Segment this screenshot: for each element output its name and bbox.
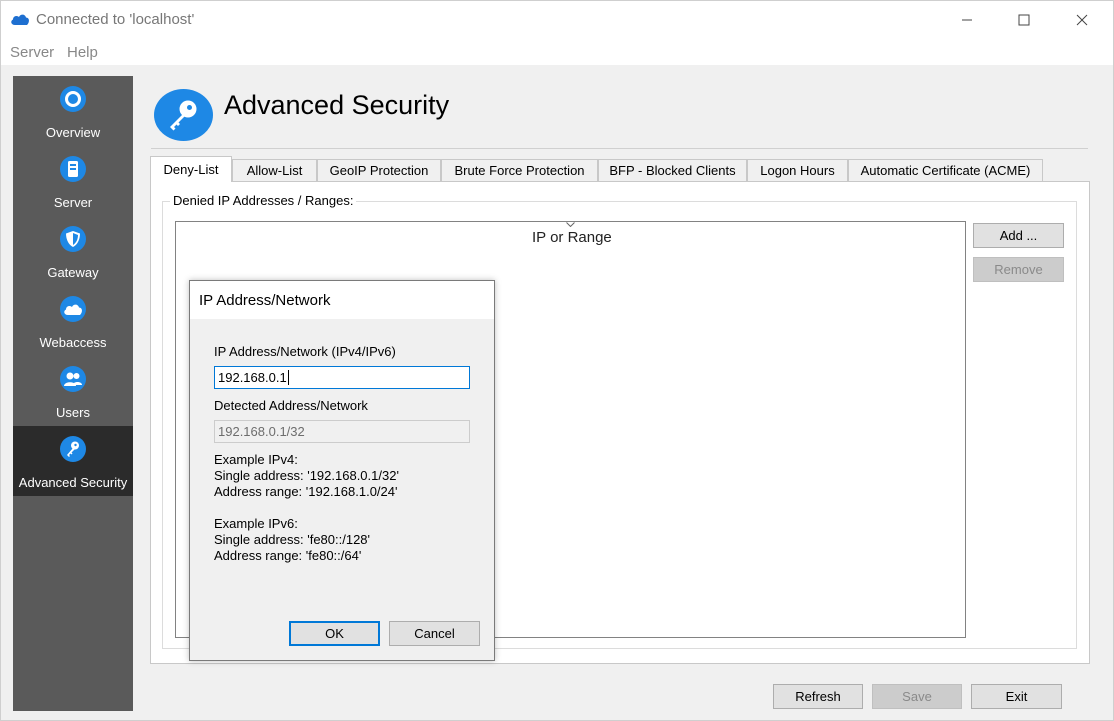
sidebar-item-label: Advanced Security bbox=[18, 475, 128, 490]
column-header-ip-or-range[interactable]: IP or Range bbox=[532, 229, 612, 246]
tab-brute-force-protection[interactable]: Brute Force Protection bbox=[441, 159, 598, 181]
sidebar-item-server[interactable]: Server bbox=[13, 146, 133, 216]
window-title: Connected to 'localhost' bbox=[36, 11, 195, 28]
users-icon bbox=[60, 366, 86, 392]
key-icon bbox=[154, 89, 213, 141]
sidebar-item-webaccess[interactable]: Webaccess bbox=[13, 286, 133, 356]
tab-automatic-certificate[interactable]: Automatic Certificate (ACME) bbox=[848, 159, 1043, 181]
refresh-button[interactable]: Refresh bbox=[773, 684, 863, 709]
sidebar: Overview Server Gateway Webaccess Users bbox=[13, 76, 133, 711]
close-button[interactable] bbox=[1059, 1, 1105, 39]
app-cloud-icon bbox=[11, 14, 29, 25]
sidebar-item-label: Server bbox=[53, 195, 93, 210]
ok-button[interactable]: OK bbox=[289, 621, 380, 646]
ipv6-heading: Example IPv6: bbox=[214, 516, 298, 531]
maximize-icon bbox=[1018, 14, 1030, 26]
ipv6-single-example: Single address: 'fe80::/128' bbox=[214, 532, 371, 547]
ip-address-input[interactable]: 192.168.0.1 bbox=[214, 366, 470, 389]
detected-label: Detected Address/Network bbox=[214, 398, 368, 413]
detected-address-field: 192.168.0.1/32 bbox=[214, 420, 470, 443]
tab-logon-hours[interactable]: Logon Hours bbox=[747, 159, 848, 181]
tab-bfp-blocked-clients[interactable]: BFP - Blocked Clients bbox=[598, 159, 747, 181]
ipv4-range-example: Address range: '192.168.1.0/24' bbox=[214, 484, 398, 499]
group-label: Denied IP Addresses / Ranges: bbox=[170, 193, 357, 208]
menu-server[interactable]: Server bbox=[10, 44, 54, 61]
ipv4-heading: Example IPv4: bbox=[214, 452, 298, 467]
save-button[interactable]: Save bbox=[872, 684, 962, 709]
tab-geoip-protection[interactable]: GeoIP Protection bbox=[317, 159, 441, 181]
overview-icon bbox=[60, 86, 86, 112]
minimize-icon bbox=[962, 19, 972, 21]
ipv4-single-example: Single address: '192.168.0.1/32' bbox=[214, 468, 399, 483]
page-title: Advanced Security bbox=[224, 90, 450, 120]
close-icon bbox=[1076, 14, 1088, 26]
header-divider bbox=[151, 148, 1088, 149]
menu-bar: Server Help bbox=[1, 39, 1113, 65]
ipv4-examples: Example IPv4: Single address: '192.168.0… bbox=[214, 452, 399, 500]
sidebar-item-label: Users bbox=[56, 405, 90, 420]
ip-input-label: IP Address/Network (IPv4/IPv6) bbox=[214, 344, 396, 359]
menu-help[interactable]: Help bbox=[67, 44, 98, 61]
minimize-button[interactable] bbox=[944, 1, 990, 39]
sidebar-item-advanced-security[interactable]: Advanced Security bbox=[13, 426, 133, 496]
title-bar: Connected to 'localhost' bbox=[1, 1, 1113, 39]
dialog-title: IP Address/Network bbox=[199, 292, 331, 309]
shield-icon bbox=[60, 226, 86, 252]
cancel-button[interactable]: Cancel bbox=[389, 621, 480, 646]
sidebar-item-users[interactable]: Users bbox=[13, 356, 133, 426]
sort-caret-icon bbox=[566, 219, 575, 229]
app-window: Connected to 'localhost' Server Help Ove… bbox=[0, 0, 1114, 721]
sidebar-item-overview[interactable]: Overview bbox=[13, 76, 133, 146]
ipv6-range-example: Address range: 'fe80::/64' bbox=[214, 548, 362, 563]
maximize-button[interactable] bbox=[1001, 1, 1047, 39]
key-icon bbox=[60, 436, 86, 462]
dialog-title-bar: IP Address/Network bbox=[190, 281, 494, 319]
tab-allow-list[interactable]: Allow-List bbox=[232, 159, 317, 181]
server-icon bbox=[60, 156, 86, 182]
ip-address-dialog: IP Address/Network IP Address/Network (I… bbox=[189, 280, 495, 661]
ip-address-value: 192.168.0.1 bbox=[218, 370, 287, 385]
sidebar-item-gateway[interactable]: Gateway bbox=[13, 216, 133, 286]
sidebar-item-label: Gateway bbox=[47, 265, 99, 280]
add-button[interactable]: Add ... bbox=[973, 223, 1064, 248]
sidebar-item-label: Webaccess bbox=[39, 335, 107, 350]
detected-address-value: 192.168.0.1/32 bbox=[218, 424, 305, 439]
remove-button[interactable]: Remove bbox=[973, 257, 1064, 282]
text-cursor bbox=[287, 370, 289, 385]
tab-deny-list[interactable]: Deny-List bbox=[150, 156, 232, 182]
exit-button[interactable]: Exit bbox=[971, 684, 1062, 709]
sidebar-item-label: Overview bbox=[45, 125, 101, 140]
cloud-icon bbox=[60, 296, 86, 322]
ipv6-examples: Example IPv6: Single address: 'fe80::/12… bbox=[214, 516, 370, 564]
